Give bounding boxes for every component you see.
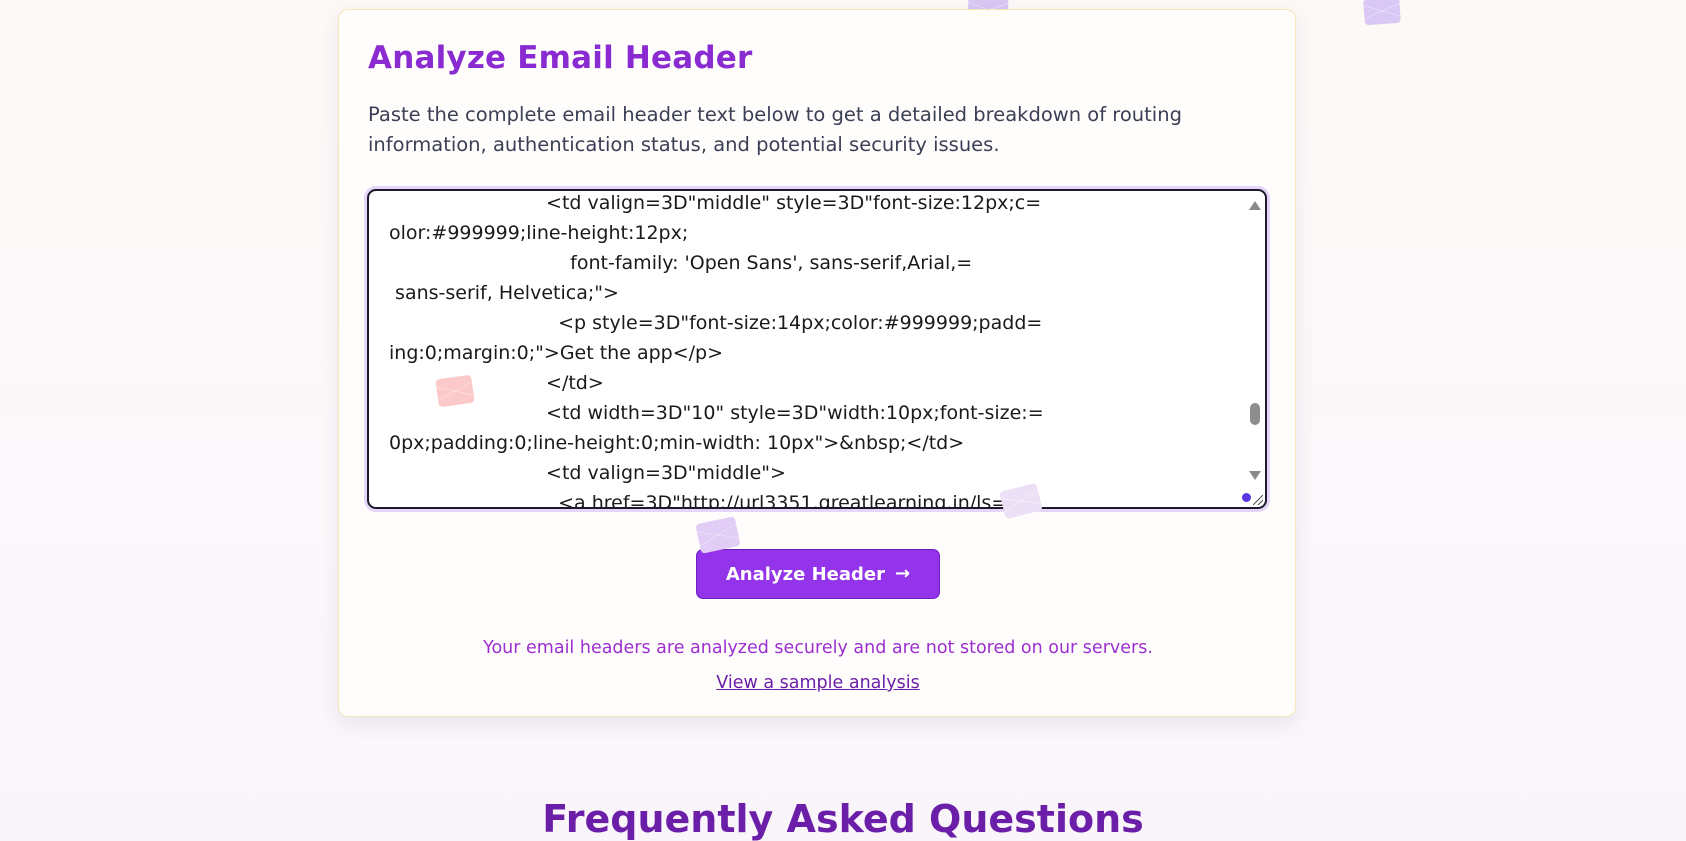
scroll-down-icon[interactable] [1249, 471, 1261, 480]
analyze-header-button[interactable]: Analyze Header → [696, 549, 940, 599]
header-input-line: <td valign=3D"middle" style=3D"font-size… [389, 192, 1042, 214]
header-input-line: olor:#999999;line-height:12px; [389, 222, 689, 244]
header-input-line: <p style=3D"font-size:14px;color:#999999… [389, 312, 1043, 334]
header-input-line: 0px;padding:0;line-height:0;min-width: 1… [389, 432, 965, 454]
scrollbar[interactable] [1245, 191, 1265, 507]
header-input-line: <td valign=3D"middle"> [389, 462, 786, 484]
resize-handle-icon[interactable] [1253, 495, 1263, 505]
header-input-line: <td width=3D"10" style=3D"width:10px;fon… [389, 402, 1044, 424]
header-input[interactable]: <td valign=3D"middle" style=3D"font-size… [367, 189, 1267, 509]
envelope-icon [435, 374, 475, 408]
header-input-line: </td> [389, 372, 604, 394]
scroll-thumb[interactable] [1250, 403, 1260, 425]
header-input-text[interactable]: <td valign=3D"middle" style=3D"font-size… [389, 191, 1239, 508]
arrow-right-icon: → [895, 563, 911, 584]
faq-heading: Frequently Asked Questions [542, 797, 1144, 841]
analyze-card: Analyze Email Header Paste the complete … [338, 9, 1296, 717]
header-input-line: <a href=3D"http://url3351.greatlearning.… [389, 492, 1008, 508]
privacy-note: Your email headers are analyzed securely… [483, 638, 1153, 658]
header-input-line: sans-serif, Helvetica;"> [389, 282, 619, 304]
status-dot-icon [1242, 493, 1251, 502]
sample-analysis: View a sample analysis [339, 673, 1297, 693]
description: Paste the complete email header text bel… [368, 103, 1182, 156]
page: Analyze Email Header Paste the complete … [0, 0, 1686, 841]
envelope-icon [1363, 0, 1401, 26]
analyze-header-button-label: Analyze Header [725, 563, 886, 585]
header-input-line: ing:0;margin:0;">Get the app</p> [389, 342, 724, 364]
scroll-up-icon[interactable] [1249, 201, 1261, 210]
page-title: Analyze Email Header [368, 40, 753, 76]
view-sample-link[interactable]: View a sample analysis [716, 673, 919, 693]
header-input-line: font-family: 'Open Sans', sans-serif,Ari… [389, 252, 973, 274]
